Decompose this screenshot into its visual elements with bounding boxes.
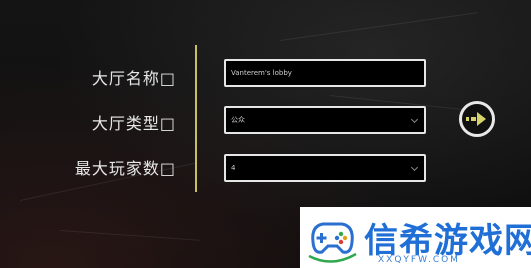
watermark-subtitle: XXQYFW.COM: [378, 255, 460, 265]
arrow-right-icon: [466, 112, 486, 126]
divider-line: [195, 45, 197, 192]
max-players-label: 最大玩家数□: [74, 159, 176, 178]
lobby-type-select[interactable]: 公众: [224, 106, 426, 134]
watermark: 信希游戏网 XXQYFW.COM: [300, 207, 531, 268]
lobby-name-input[interactable]: Vanterem's lobby: [224, 59, 426, 87]
create-lobby-screen: 大厅名称□ 大厅类型□ 最大玩家数□ Vanterem's lobby 公众 4: [0, 0, 531, 268]
create-lobby-button[interactable]: [459, 101, 495, 137]
lobby-name-label: 大厅名称□: [91, 69, 176, 88]
lobby-type-label: 大厅类型□: [91, 114, 176, 133]
max-players-select[interactable]: 4: [224, 154, 426, 182]
gamepad-icon: [308, 222, 357, 263]
chevron-down-icon: [410, 115, 419, 124]
lobby-type-value: 公众: [231, 116, 245, 124]
lobby-name-value: Vanterem's lobby: [231, 69, 292, 77]
max-players-value: 4: [231, 164, 236, 172]
chevron-down-icon: [410, 163, 419, 172]
